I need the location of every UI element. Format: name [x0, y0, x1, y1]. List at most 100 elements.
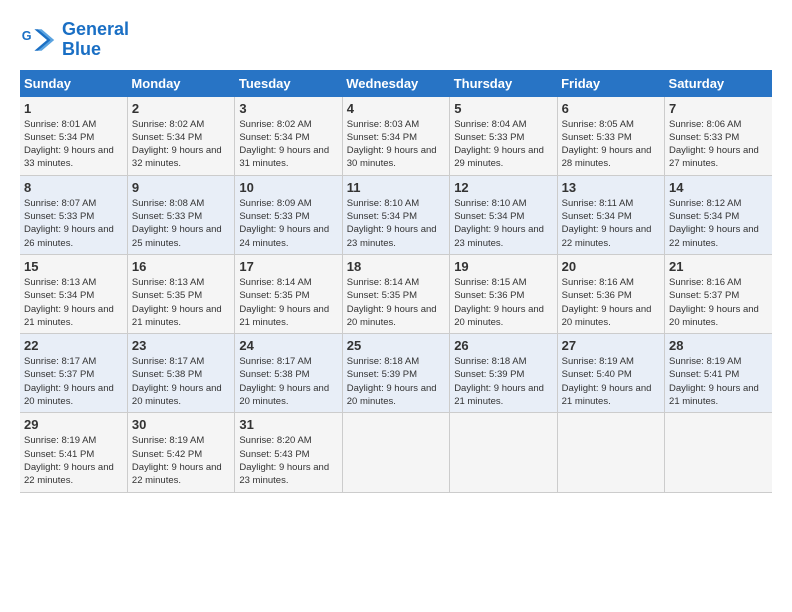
- sunrise-label: Sunrise: 8:19 AM: [669, 356, 741, 367]
- sunrise-label: Sunrise: 8:19 AM: [24, 435, 96, 446]
- sunset-label: Sunset: 5:34 PM: [24, 290, 94, 301]
- day-info: Sunrise: 8:19 AM Sunset: 5:40 PM Dayligh…: [562, 355, 660, 408]
- day-info: Sunrise: 8:19 AM Sunset: 5:41 PM Dayligh…: [669, 355, 768, 408]
- sunrise-label: Sunrise: 8:10 AM: [454, 198, 526, 209]
- daylight-label: Daylight: 9 hours and 21 minutes.: [454, 383, 544, 407]
- sunrise-label: Sunrise: 8:13 AM: [132, 277, 204, 288]
- day-info: Sunrise: 8:10 AM Sunset: 5:34 PM Dayligh…: [454, 197, 552, 250]
- sunset-label: Sunset: 5:34 PM: [347, 132, 417, 143]
- calendar-cell: 28 Sunrise: 8:19 AM Sunset: 5:41 PM Dayl…: [665, 334, 772, 413]
- sunset-label: Sunset: 5:35 PM: [239, 290, 309, 301]
- weekday-header: Tuesday: [235, 70, 342, 97]
- sunset-label: Sunset: 5:37 PM: [24, 369, 94, 380]
- sunset-label: Sunset: 5:33 PM: [562, 132, 632, 143]
- daylight-label: Daylight: 9 hours and 23 minutes.: [239, 462, 329, 486]
- calendar-cell: 31 Sunrise: 8:20 AM Sunset: 5:43 PM Dayl…: [235, 413, 342, 492]
- daylight-label: Daylight: 9 hours and 20 minutes.: [239, 383, 329, 407]
- sunrise-label: Sunrise: 8:04 AM: [454, 119, 526, 130]
- sunrise-label: Sunrise: 8:13 AM: [24, 277, 96, 288]
- day-number: 30: [132, 417, 230, 432]
- day-info: Sunrise: 8:17 AM Sunset: 5:38 PM Dayligh…: [239, 355, 337, 408]
- calendar-header: SundayMondayTuesdayWednesdayThursdayFrid…: [20, 70, 772, 97]
- sunrise-label: Sunrise: 8:16 AM: [562, 277, 634, 288]
- day-info: Sunrise: 8:09 AM Sunset: 5:33 PM Dayligh…: [239, 197, 337, 250]
- header-row: SundayMondayTuesdayWednesdayThursdayFrid…: [20, 70, 772, 97]
- day-info: Sunrise: 8:19 AM Sunset: 5:41 PM Dayligh…: [24, 434, 123, 487]
- sunset-label: Sunset: 5:35 PM: [132, 290, 202, 301]
- calendar-cell: 20 Sunrise: 8:16 AM Sunset: 5:36 PM Dayl…: [557, 254, 664, 333]
- day-info: Sunrise: 8:10 AM Sunset: 5:34 PM Dayligh…: [347, 197, 445, 250]
- calendar-cell: 24 Sunrise: 8:17 AM Sunset: 5:38 PM Dayl…: [235, 334, 342, 413]
- daylight-label: Daylight: 9 hours and 21 minutes.: [24, 304, 114, 328]
- day-number: 2: [132, 101, 230, 116]
- day-info: Sunrise: 8:19 AM Sunset: 5:42 PM Dayligh…: [132, 434, 230, 487]
- day-number: 13: [562, 180, 660, 195]
- sunrise-label: Sunrise: 8:03 AM: [347, 119, 419, 130]
- day-info: Sunrise: 8:16 AM Sunset: 5:37 PM Dayligh…: [669, 276, 768, 329]
- calendar-cell: 2 Sunrise: 8:02 AM Sunset: 5:34 PM Dayli…: [127, 97, 234, 176]
- day-info: Sunrise: 8:13 AM Sunset: 5:35 PM Dayligh…: [132, 276, 230, 329]
- daylight-label: Daylight: 9 hours and 22 minutes.: [132, 462, 222, 486]
- daylight-label: Daylight: 9 hours and 22 minutes.: [669, 224, 759, 248]
- day-info: Sunrise: 8:03 AM Sunset: 5:34 PM Dayligh…: [347, 118, 445, 171]
- daylight-label: Daylight: 9 hours and 20 minutes.: [347, 304, 437, 328]
- sunset-label: Sunset: 5:34 PM: [239, 132, 309, 143]
- day-info: Sunrise: 8:16 AM Sunset: 5:36 PM Dayligh…: [562, 276, 660, 329]
- day-number: 21: [669, 259, 768, 274]
- calendar-cell: 3 Sunrise: 8:02 AM Sunset: 5:34 PM Dayli…: [235, 97, 342, 176]
- day-info: Sunrise: 8:06 AM Sunset: 5:33 PM Dayligh…: [669, 118, 768, 171]
- calendar-cell: 21 Sunrise: 8:16 AM Sunset: 5:37 PM Dayl…: [665, 254, 772, 333]
- day-number: 7: [669, 101, 768, 116]
- sunrise-label: Sunrise: 8:07 AM: [24, 198, 96, 209]
- daylight-label: Daylight: 9 hours and 32 minutes.: [132, 145, 222, 169]
- sunset-label: Sunset: 5:34 PM: [132, 132, 202, 143]
- day-number: 22: [24, 338, 123, 353]
- calendar-cell: 23 Sunrise: 8:17 AM Sunset: 5:38 PM Dayl…: [127, 334, 234, 413]
- sunrise-label: Sunrise: 8:10 AM: [347, 198, 419, 209]
- day-number: 15: [24, 259, 123, 274]
- daylight-label: Daylight: 9 hours and 29 minutes.: [454, 145, 544, 169]
- calendar-cell: 8 Sunrise: 8:07 AM Sunset: 5:33 PM Dayli…: [20, 175, 127, 254]
- daylight-label: Daylight: 9 hours and 27 minutes.: [669, 145, 759, 169]
- day-number: 16: [132, 259, 230, 274]
- day-number: 18: [347, 259, 445, 274]
- sunset-label: Sunset: 5:38 PM: [239, 369, 309, 380]
- logo: G General Blue: [20, 20, 129, 60]
- calendar-cell: 25 Sunrise: 8:18 AM Sunset: 5:39 PM Dayl…: [342, 334, 449, 413]
- daylight-label: Daylight: 9 hours and 24 minutes.: [239, 224, 329, 248]
- calendar-cell: 29 Sunrise: 8:19 AM Sunset: 5:41 PM Dayl…: [20, 413, 127, 492]
- calendar-week-row: 15 Sunrise: 8:13 AM Sunset: 5:34 PM Dayl…: [20, 254, 772, 333]
- day-number: 20: [562, 259, 660, 274]
- sunrise-label: Sunrise: 8:19 AM: [132, 435, 204, 446]
- sunset-label: Sunset: 5:36 PM: [562, 290, 632, 301]
- calendar-body: 1 Sunrise: 8:01 AM Sunset: 5:34 PM Dayli…: [20, 97, 772, 492]
- day-number: 9: [132, 180, 230, 195]
- day-number: 5: [454, 101, 552, 116]
- daylight-label: Daylight: 9 hours and 20 minutes.: [24, 383, 114, 407]
- sunset-label: Sunset: 5:41 PM: [24, 449, 94, 460]
- day-number: 28: [669, 338, 768, 353]
- weekday-header: Friday: [557, 70, 664, 97]
- daylight-label: Daylight: 9 hours and 25 minutes.: [132, 224, 222, 248]
- day-number: 23: [132, 338, 230, 353]
- calendar-cell: 15 Sunrise: 8:13 AM Sunset: 5:34 PM Dayl…: [20, 254, 127, 333]
- daylight-label: Daylight: 9 hours and 21 minutes.: [239, 304, 329, 328]
- daylight-label: Daylight: 9 hours and 30 minutes.: [347, 145, 437, 169]
- day-info: Sunrise: 8:15 AM Sunset: 5:36 PM Dayligh…: [454, 276, 552, 329]
- calendar-cell: 7 Sunrise: 8:06 AM Sunset: 5:33 PM Dayli…: [665, 97, 772, 176]
- sunset-label: Sunset: 5:38 PM: [132, 369, 202, 380]
- day-info: Sunrise: 8:02 AM Sunset: 5:34 PM Dayligh…: [132, 118, 230, 171]
- day-number: 19: [454, 259, 552, 274]
- calendar-cell: 11 Sunrise: 8:10 AM Sunset: 5:34 PM Dayl…: [342, 175, 449, 254]
- calendar-cell: 1 Sunrise: 8:01 AM Sunset: 5:34 PM Dayli…: [20, 97, 127, 176]
- day-number: 6: [562, 101, 660, 116]
- daylight-label: Daylight: 9 hours and 33 minutes.: [24, 145, 114, 169]
- sunset-label: Sunset: 5:43 PM: [239, 449, 309, 460]
- calendar-week-row: 8 Sunrise: 8:07 AM Sunset: 5:33 PM Dayli…: [20, 175, 772, 254]
- day-number: 25: [347, 338, 445, 353]
- sunset-label: Sunset: 5:33 PM: [239, 211, 309, 222]
- sunrise-label: Sunrise: 8:02 AM: [132, 119, 204, 130]
- day-info: Sunrise: 8:08 AM Sunset: 5:33 PM Dayligh…: [132, 197, 230, 250]
- page-header: G General Blue: [20, 20, 772, 60]
- logo-icon: G: [20, 22, 56, 58]
